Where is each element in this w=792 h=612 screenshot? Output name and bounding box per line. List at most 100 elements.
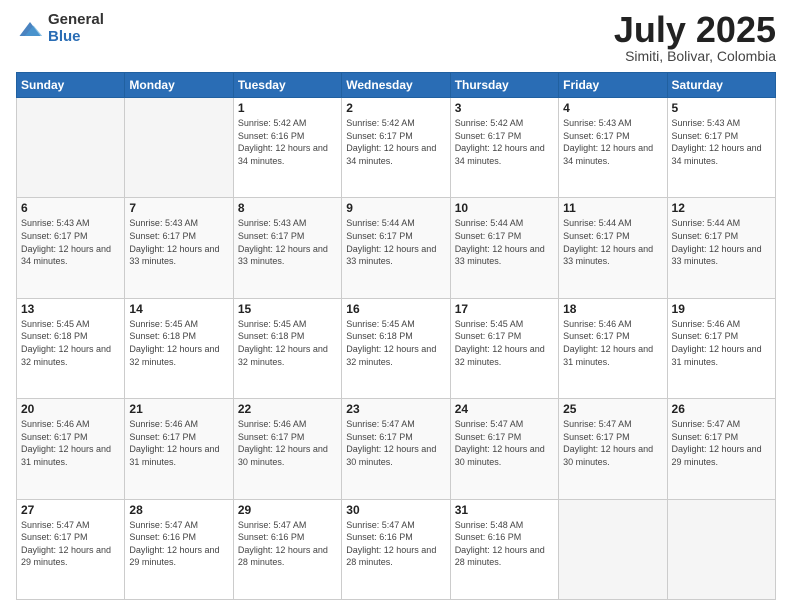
day-info: Sunrise: 5:47 AM Sunset: 6:16 PM Dayligh… [129, 519, 228, 569]
day-number: 11 [563, 201, 662, 215]
day-info: Sunrise: 5:47 AM Sunset: 6:16 PM Dayligh… [346, 519, 445, 569]
day-number: 6 [21, 201, 120, 215]
weekday-header-row: Sunday Monday Tuesday Wednesday Thursday… [17, 73, 776, 98]
day-number: 31 [455, 503, 554, 517]
page: General Blue July 2025 Simiti, Bolivar, … [0, 0, 792, 612]
day-number: 21 [129, 402, 228, 416]
logo: General Blue [16, 12, 104, 45]
day-info: Sunrise: 5:47 AM Sunset: 6:16 PM Dayligh… [238, 519, 337, 569]
day-number: 27 [21, 503, 120, 517]
day-number: 7 [129, 201, 228, 215]
week-row-3: 13 Sunrise: 5:45 AM Sunset: 6:18 PM Dayli… [17, 298, 776, 398]
calendar-cell: 28 Sunrise: 5:47 AM Sunset: 6:16 PM Dayli… [125, 499, 233, 599]
calendar-cell: 27Sunrise: 5:47 AM Sunset: 6:17 PM Dayli… [17, 499, 125, 599]
day-info: Sunrise: 5:47 AM Sunset: 6:17 PM Dayligh… [563, 418, 662, 468]
day-info: Sunrise: 5:44 AM Sunset: 6:17 PM Dayligh… [455, 217, 554, 267]
calendar-cell [17, 98, 125, 198]
day-number: 29 [238, 503, 337, 517]
day-number: 1 [238, 101, 337, 115]
day-info: Sunrise: 5:45 AM Sunset: 6:18 PM Dayligh… [346, 318, 445, 368]
day-info: Sunrise: 5:46 AM Sunset: 6:17 PM Dayligh… [672, 318, 771, 368]
calendar-cell: 25 Sunrise: 5:47 AM Sunset: 6:17 PM Dayli… [559, 399, 667, 499]
calendar-cell: 13Sunrise: 5:45 AM Sunset: 6:18 PM Dayli… [17, 298, 125, 398]
day-info: Sunrise: 5:42 AM Sunset: 6:16 PM Dayligh… [238, 117, 337, 167]
logo-text: General Blue [48, 12, 104, 45]
calendar-cell: 29 Sunrise: 5:47 AM Sunset: 6:16 PM Dayli… [233, 499, 341, 599]
day-info: Sunrise: 5:46 AM Sunset: 6:17 PM Dayligh… [563, 318, 662, 368]
day-number: 15 [238, 302, 337, 316]
day-number: 16 [346, 302, 445, 316]
day-info: Sunrise: 5:45 AM Sunset: 6:17 PM Dayligh… [455, 318, 554, 368]
calendar-cell: 21 Sunrise: 5:46 AM Sunset: 6:17 PM Dayli… [125, 399, 233, 499]
day-number: 9 [346, 201, 445, 215]
header-sunday: Sunday [17, 73, 125, 98]
day-info: Sunrise: 5:46 AM Sunset: 6:17 PM Dayligh… [21, 418, 120, 468]
day-number: 26 [672, 402, 771, 416]
day-info: Sunrise: 5:45 AM Sunset: 6:18 PM Dayligh… [238, 318, 337, 368]
calendar-cell: 24 Sunrise: 5:47 AM Sunset: 6:17 PM Dayli… [450, 399, 558, 499]
day-number: 23 [346, 402, 445, 416]
header-tuesday: Tuesday [233, 73, 341, 98]
calendar-cell: 17 Sunrise: 5:45 AM Sunset: 6:17 PM Dayli… [450, 298, 558, 398]
day-info: Sunrise: 5:43 AM Sunset: 6:17 PM Dayligh… [21, 217, 120, 267]
day-number: 25 [563, 402, 662, 416]
calendar-cell: 20 Sunrise: 5:46 AM Sunset: 6:17 PM Dayli… [17, 399, 125, 499]
calendar-cell: 11 Sunrise: 5:44 AM Sunset: 6:17 PM Dayli… [559, 198, 667, 298]
day-number: 17 [455, 302, 554, 316]
day-number: 14 [129, 302, 228, 316]
day-info: Sunrise: 5:47 AM Sunset: 6:17 PM Dayligh… [346, 418, 445, 468]
day-info: Sunrise: 5:43 AM Sunset: 6:17 PM Dayligh… [672, 117, 771, 167]
header-wednesday: Wednesday [342, 73, 450, 98]
header: General Blue July 2025 Simiti, Bolivar, … [16, 12, 776, 64]
day-info: Sunrise: 5:47 AM Sunset: 6:17 PM Dayligh… [455, 418, 554, 468]
day-info: Sunrise: 5:43 AM Sunset: 6:17 PM Dayligh… [238, 217, 337, 267]
day-number: 28 [129, 503, 228, 517]
calendar-cell: 6 Sunrise: 5:43 AM Sunset: 6:17 PM Daylig… [17, 198, 125, 298]
day-number: 20 [21, 402, 120, 416]
day-info: Sunrise: 5:44 AM Sunset: 6:17 PM Dayligh… [563, 217, 662, 267]
calendar-cell: 3 Sunrise: 5:42 AM Sunset: 6:17 PM Daylig… [450, 98, 558, 198]
calendar-cell: 5 Sunrise: 5:43 AM Sunset: 6:17 PM Daylig… [667, 98, 775, 198]
calendar-cell: 8 Sunrise: 5:43 AM Sunset: 6:17 PM Daylig… [233, 198, 341, 298]
month-title: July 2025 [614, 12, 776, 48]
calendar-cell: 16 Sunrise: 5:45 AM Sunset: 6:18 PM Dayli… [342, 298, 450, 398]
day-number: 13 [21, 302, 120, 316]
calendar-cell: 31Sunrise: 5:48 AM Sunset: 6:16 PM Dayli… [450, 499, 558, 599]
calendar-cell [559, 499, 667, 599]
calendar-cell: 14Sunrise: 5:45 AM Sunset: 6:18 PM Dayli… [125, 298, 233, 398]
day-number: 12 [672, 201, 771, 215]
header-thursday: Thursday [450, 73, 558, 98]
calendar-cell: 19 Sunrise: 5:46 AM Sunset: 6:17 PM Dayli… [667, 298, 775, 398]
day-info: Sunrise: 5:43 AM Sunset: 6:17 PM Dayligh… [129, 217, 228, 267]
day-number: 3 [455, 101, 554, 115]
day-number: 30 [346, 503, 445, 517]
day-number: 24 [455, 402, 554, 416]
day-info: Sunrise: 5:43 AM Sunset: 6:17 PM Dayligh… [563, 117, 662, 167]
day-info: Sunrise: 5:46 AM Sunset: 6:17 PM Dayligh… [238, 418, 337, 468]
calendar: Sunday Monday Tuesday Wednesday Thursday… [16, 72, 776, 600]
week-row-5: 27Sunrise: 5:47 AM Sunset: 6:17 PM Dayli… [17, 499, 776, 599]
calendar-cell: 1 Sunrise: 5:42 AM Sunset: 6:16 PM Daylig… [233, 98, 341, 198]
header-friday: Friday [559, 73, 667, 98]
day-number: 8 [238, 201, 337, 215]
calendar-cell: 9 Sunrise: 5:44 AM Sunset: 6:17 PM Daylig… [342, 198, 450, 298]
day-info: Sunrise: 5:46 AM Sunset: 6:17 PM Dayligh… [129, 418, 228, 468]
calendar-cell: 30 Sunrise: 5:47 AM Sunset: 6:16 PM Dayli… [342, 499, 450, 599]
calendar-cell: 22Sunrise: 5:46 AM Sunset: 6:17 PM Dayli… [233, 399, 341, 499]
day-number: 19 [672, 302, 771, 316]
day-number: 18 [563, 302, 662, 316]
header-monday: Monday [125, 73, 233, 98]
day-number: 4 [563, 101, 662, 115]
logo-icon [16, 15, 44, 43]
day-number: 5 [672, 101, 771, 115]
day-info: Sunrise: 5:44 AM Sunset: 6:17 PM Dayligh… [672, 217, 771, 267]
day-info: Sunrise: 5:44 AM Sunset: 6:17 PM Dayligh… [346, 217, 445, 267]
calendar-cell: 12 Sunrise: 5:44 AM Sunset: 6:17 PM Dayli… [667, 198, 775, 298]
calendar-cell [667, 499, 775, 599]
week-row-1: 1 Sunrise: 5:42 AM Sunset: 6:16 PM Daylig… [17, 98, 776, 198]
calendar-cell: 2Sunrise: 5:42 AM Sunset: 6:17 PM Daylig… [342, 98, 450, 198]
calendar-cell: 15 Sunrise: 5:45 AM Sunset: 6:18 PM Dayli… [233, 298, 341, 398]
day-info: Sunrise: 5:42 AM Sunset: 6:17 PM Dayligh… [455, 117, 554, 167]
calendar-cell [125, 98, 233, 198]
logo-general-label: General [48, 12, 104, 29]
